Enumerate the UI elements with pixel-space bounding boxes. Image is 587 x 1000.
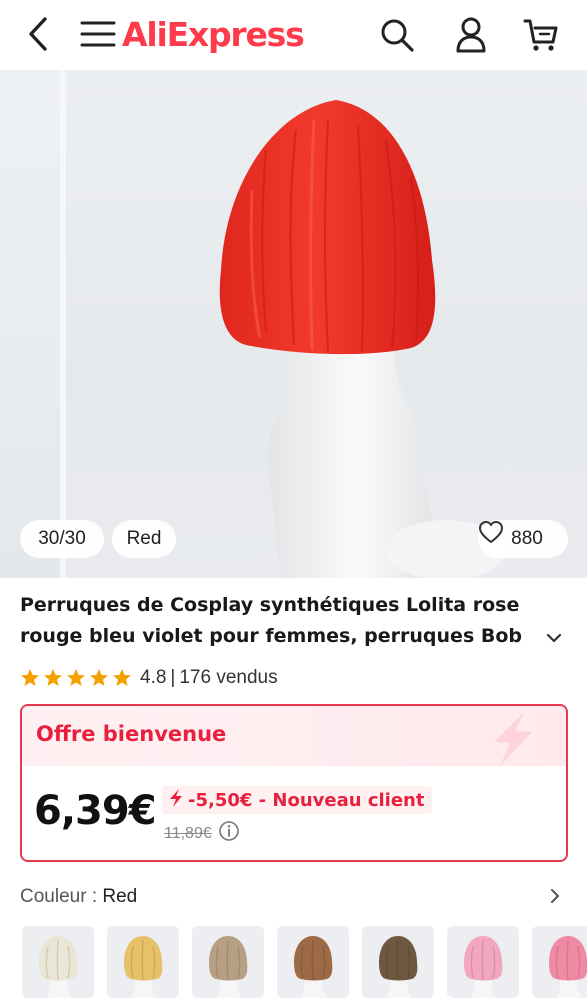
rating-value: 4.8 — [140, 667, 167, 688]
cart-icon[interactable] — [518, 12, 564, 58]
color-swatch-brown[interactable] — [277, 926, 349, 998]
color-swatch-golden[interactable] — [107, 926, 179, 998]
color-swatch-platinum[interactable] — [22, 926, 94, 998]
color-selector-label[interactable]: Couleur : Red — [20, 886, 137, 908]
color-swatch-list — [22, 926, 587, 1000]
menu-icon[interactable] — [78, 12, 118, 56]
star-rating — [20, 668, 132, 688]
discount-bolt-icon — [168, 788, 184, 813]
product-image-gallery[interactable]: 30/30 Red 880 — [0, 70, 587, 578]
offer-title: Offre bienvenue — [36, 722, 227, 746]
original-price: 11,89€ — [164, 824, 212, 842]
image-color-tag: Red — [112, 520, 176, 558]
star-icon — [113, 669, 131, 686]
color-colon: : — [91, 886, 103, 907]
welcome-offer-box[interactable]: Offre bienvenue 6,39€ -5,50€ - Nouveau c… — [20, 704, 568, 862]
star-icon — [44, 669, 62, 686]
previous-image-peek[interactable] — [0, 70, 60, 578]
image-counter: 30/30 — [20, 520, 104, 558]
wishlist-count: 880 — [511, 528, 543, 549]
product-title: Perruques de Cosplay synthétiques Lolita… — [20, 594, 523, 647]
color-label: Couleur — [20, 886, 87, 907]
lightning-icon — [480, 710, 540, 773]
search-icon[interactable] — [374, 12, 420, 58]
product-image[interactable]: 30/30 Red 880 — [20, 70, 587, 578]
color-value: Red — [102, 886, 138, 907]
star-icon — [90, 669, 108, 686]
aliexpress-logo[interactable]: AliExpress — [122, 12, 305, 56]
discount-text: -5,50€ - Nouveau client — [188, 789, 425, 811]
rating-separator: | — [170, 667, 176, 688]
color-swatch-ash-brown[interactable] — [192, 926, 264, 998]
back-arrow-icon[interactable] — [18, 12, 58, 56]
new-customer-discount: -5,50€ - Nouveau client — [162, 786, 433, 814]
logo-text: AliExpress — [122, 14, 305, 54]
color-swatch-dark-brown[interactable] — [362, 926, 434, 998]
star-icon — [21, 669, 39, 686]
color-swatch-pink[interactable] — [447, 926, 519, 998]
color-swatch-rose[interactable] — [532, 926, 587, 998]
current-price: 6,39€ — [34, 788, 157, 834]
offer-header: Offre bienvenue — [22, 706, 566, 766]
star-icon — [67, 669, 85, 686]
wishlist-button[interactable]: 880 — [478, 520, 568, 558]
account-icon[interactable] — [448, 12, 494, 58]
info-icon[interactable] — [218, 820, 240, 847]
original-price-row: 11,89€ — [164, 820, 240, 847]
chevron-down-icon[interactable] — [540, 626, 568, 650]
sold-count: 176 vendus — [179, 667, 278, 688]
rating-row[interactable]: 4.8 | 176 vendus — [20, 664, 278, 692]
chevron-right-icon[interactable] — [541, 882, 569, 910]
app-header: AliExpress — [0, 0, 587, 70]
